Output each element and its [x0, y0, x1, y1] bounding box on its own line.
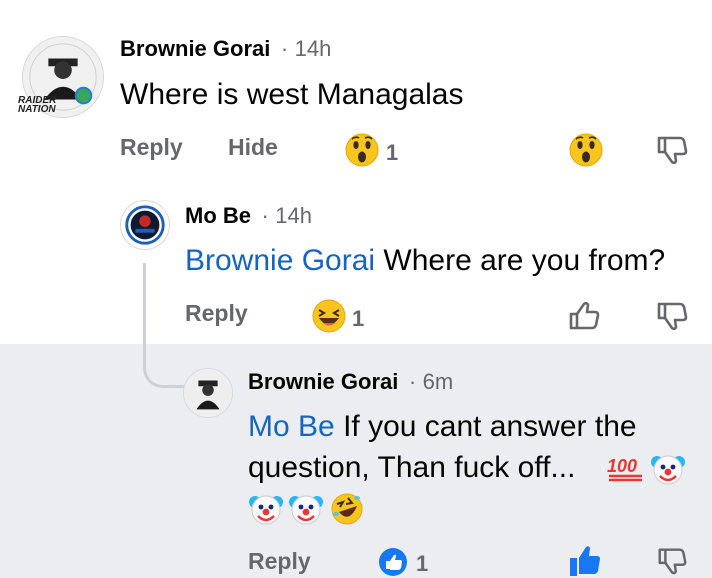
haha-emoji-icon[interactable]	[311, 298, 347, 334]
comment-text-line-2: question, Than fuck off...	[248, 447, 575, 488]
comment-text: Where is west Managalas	[120, 78, 464, 111]
reaction-count[interactable]: 1	[416, 551, 428, 577]
timestamp[interactable]: 6m	[423, 369, 454, 394]
thread-connector-line	[143, 263, 187, 388]
separator-dot: ·	[408, 369, 417, 394]
thumbs-up-icon[interactable]	[566, 298, 602, 339]
wow-react-button-icon[interactable]	[568, 132, 604, 168]
clown-emoji	[286, 488, 326, 528]
reaction-count[interactable]: 1	[352, 306, 364, 332]
separator-dot: ·	[261, 203, 269, 228]
separator-dot: ·	[280, 36, 289, 61]
comment-body: question, Than fuck off...	[248, 451, 576, 484]
wow-emoji-icon[interactable]	[344, 132, 380, 168]
svg-text:100: 100	[607, 456, 637, 476]
timestamp[interactable]: 14h	[275, 203, 312, 228]
reply-button[interactable]: Reply	[120, 134, 183, 161]
timestamp[interactable]: 14h	[295, 36, 332, 61]
reaction-count[interactable]: 1	[386, 140, 398, 166]
avatar-caption: RAIDER NATION	[18, 95, 57, 115]
author-name[interactable]: Brownie Gorai	[248, 369, 398, 394]
comment-header: Brownie Gorai · 6m	[248, 369, 453, 395]
avatar[interactable]	[120, 200, 170, 250]
comment-body: Where are you from?	[383, 244, 666, 277]
thumbs-down-icon[interactable]	[654, 132, 690, 173]
reply-button[interactable]: Reply	[248, 548, 311, 575]
thumbs-down-icon[interactable]	[654, 544, 690, 578]
rofl-emoji	[328, 490, 366, 528]
comment-header: Mo Be · 14h	[185, 203, 312, 229]
clown-emoji	[246, 488, 286, 528]
author-name[interactable]: Brownie Gorai	[120, 36, 270, 61]
hide-button[interactable]: Hide	[228, 134, 278, 161]
comment-body: If you cant answer the	[343, 410, 637, 443]
comment-text: Brownie Gorai Where are you from?	[185, 240, 665, 281]
clown-emoji	[648, 448, 688, 488]
mention-link[interactable]: Brownie Gorai	[185, 244, 375, 277]
comment-text-line-1: Mo Be If you cant answer the	[248, 406, 637, 447]
like-reaction-icon[interactable]	[378, 547, 408, 578]
thumbs-up-filled-icon[interactable]	[566, 544, 602, 578]
reply-button[interactable]: Reply	[185, 300, 248, 327]
avatar[interactable]	[183, 368, 233, 418]
comment-header: Brownie Gorai · 14h	[120, 36, 331, 62]
thumbs-down-icon[interactable]	[654, 298, 690, 339]
mention-link[interactable]: Mo Be	[248, 410, 335, 443]
hundred-points-emoji: 100	[606, 452, 646, 482]
author-name[interactable]: Mo Be	[185, 203, 251, 228]
